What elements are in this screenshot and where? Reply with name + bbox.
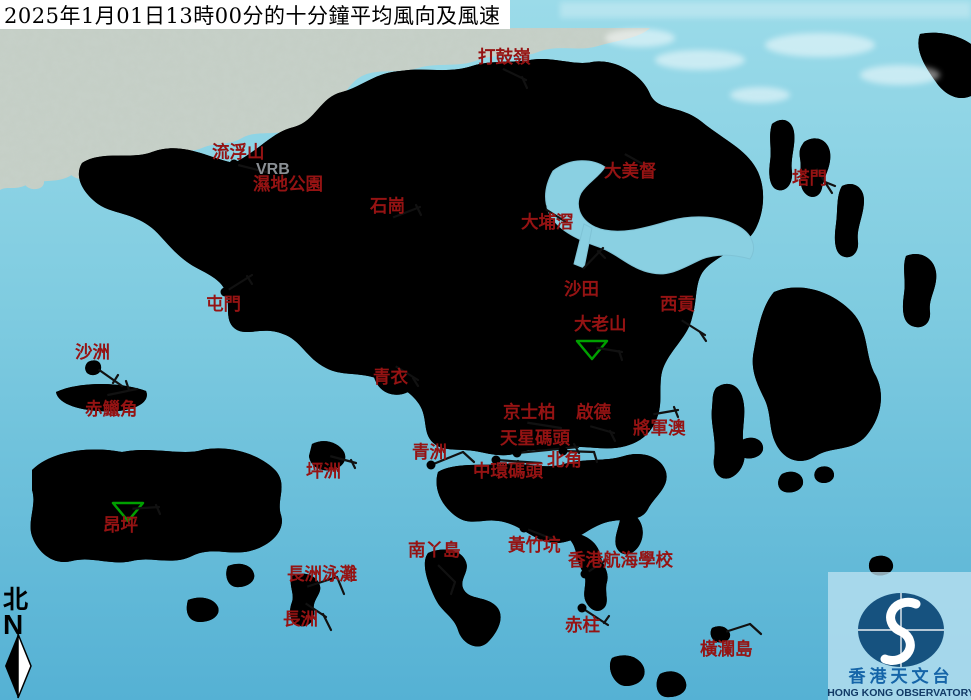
station-label: 啟德: [576, 402, 611, 423]
station-label: 南丫島: [408, 540, 461, 561]
station-dot: [718, 629, 727, 638]
map: 打鼓嶺流浮山VRB濕地公園石崗大美督塔門大埔滘沙田屯門西貢大老山沙洲赤鱲角青衣京…: [0, 0, 971, 700]
station-label: 香港航海學校: [568, 550, 673, 571]
station-dot: [538, 203, 547, 212]
station-label: 石崗: [369, 196, 405, 217]
station-label: 大美督: [604, 161, 657, 182]
station-label: 打鼓嶺: [478, 47, 531, 68]
station-dot: [588, 343, 597, 352]
station-label: 黃竹坑: [507, 535, 561, 556]
station-dot: [617, 148, 626, 157]
station-label: 沙洲: [75, 343, 110, 363]
station-label: 坪洲: [306, 462, 341, 482]
station-dot: [513, 449, 522, 458]
station-label: 濕地公園: [253, 174, 323, 195]
station-label: 大老山: [574, 314, 627, 335]
wind-map-stage: 打鼓嶺流浮山VRB濕地公園石崗大美督塔門大埔滘沙田屯門西貢大老山沙洲赤鱲角青衣京…: [0, 0, 971, 700]
station-dot: [576, 268, 585, 277]
station-label: 將軍澳: [633, 418, 686, 439]
title-bar: 2025年1月01日13時00分的十分鐘平均風向及風速: [0, 0, 510, 29]
logo-english: HONG KONG OBSERVATORY: [827, 687, 971, 699]
station-label: 北角: [547, 450, 582, 471]
station-label: 塔門: [792, 168, 827, 189]
station-label: 流浮山: [212, 142, 265, 163]
station-label: 長洲: [283, 610, 318, 630]
station-dot: [91, 363, 100, 372]
hko-logo: 香港天文台 HONG KONG OBSERVATORY: [827, 572, 971, 700]
station-dot: [520, 524, 529, 533]
station-label: 長洲泳灘: [287, 564, 357, 585]
station-label: 屯門: [206, 294, 241, 315]
logo-chinese: 香港天文台: [849, 666, 954, 687]
station-label: 赤柱: [565, 615, 600, 636]
station-label: 沙田: [564, 280, 599, 300]
station-dot: [298, 597, 307, 606]
station-dot: [578, 604, 587, 613]
compass-north-letter: N: [3, 609, 23, 640]
station-label: 中環碼頭: [473, 461, 543, 482]
station-label: 赤鱲角: [85, 399, 138, 420]
station-label: 青洲: [412, 442, 447, 463]
station-label: 大埔滘: [521, 212, 574, 233]
station-label: 西貢: [660, 295, 695, 315]
station-dot: [124, 505, 133, 514]
station-label: 天星碼頭: [500, 429, 570, 449]
station-label: 昂坪: [103, 516, 138, 536]
station-label: 青衣: [373, 367, 408, 388]
station-label: 橫瀾島: [700, 639, 753, 660]
station-dot: [322, 451, 331, 460]
station-label: 京士柏: [503, 402, 556, 423]
map-title: 2025年1月01日13時00分的十分鐘平均風向及風速: [4, 0, 500, 30]
